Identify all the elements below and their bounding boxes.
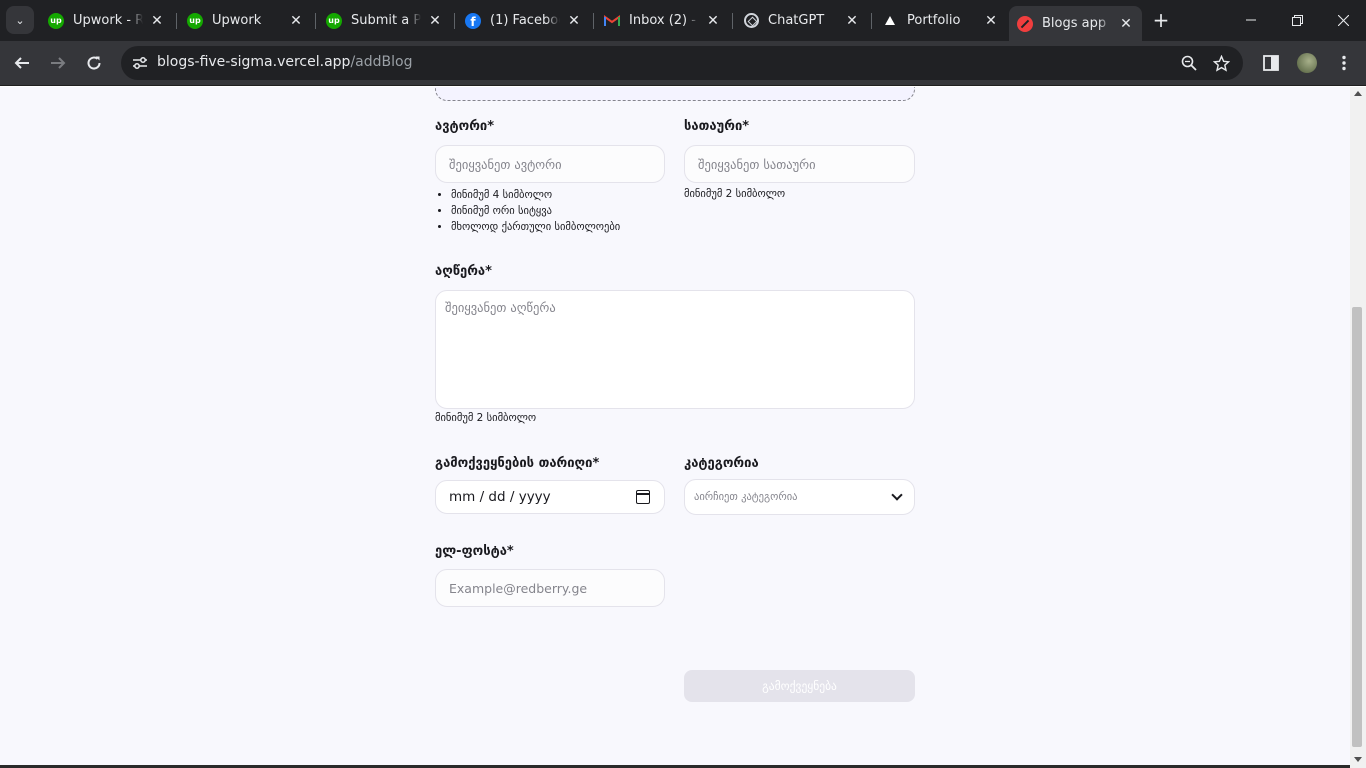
tab-separator (315, 13, 316, 29)
zoom-icon[interactable] (1179, 53, 1199, 73)
upwork-icon: up (326, 12, 342, 29)
tab-title: Upwork (212, 13, 262, 28)
description-textarea[interactable] (435, 290, 915, 409)
tab-blogs-app[interactable]: Blogs app ✕ (1009, 6, 1142, 41)
publish-button[interactable]: გამოქვეყნება (684, 670, 915, 702)
tab-upwork-1[interactable]: up Upwork - Re ✕ (40, 6, 173, 35)
close-icon[interactable]: ✕ (983, 13, 999, 29)
author-hint-two-words: მინიმუმ ორი სიტყვა (451, 203, 620, 219)
kebab-menu-icon[interactable] (1333, 52, 1355, 74)
side-panel-icon[interactable] (1260, 52, 1282, 74)
tab-title: Portfolio (907, 13, 961, 28)
tab-title: Upwork - Re (73, 13, 143, 28)
triangle-icon (882, 13, 898, 29)
upwork-icon: up (48, 12, 64, 29)
forward-arrow-icon[interactable] (44, 49, 72, 77)
title-input[interactable] (684, 145, 915, 183)
close-icon[interactable]: ✕ (288, 13, 304, 29)
address-bar[interactable]: blogs-five-sigma.vercel.app/addBlog (121, 46, 1243, 80)
new-tab-plus-icon[interactable]: + (1149, 8, 1173, 32)
tab-search-chevron-icon[interactable]: ⌄ (6, 6, 34, 34)
title-label: სათაური* (684, 119, 750, 134)
reload-icon[interactable] (80, 49, 108, 77)
tab-title: Blogs app (1042, 16, 1107, 31)
tab-title: Inbox (2) - c (629, 13, 699, 28)
browser-toolbar: blogs-five-sigma.vercel.app/addBlog (0, 41, 1366, 86)
tab-separator (176, 13, 177, 29)
scrollbar-thumb[interactable] (1352, 307, 1362, 747)
tab-gmail[interactable]: Inbox (2) - c ✕ (596, 6, 729, 35)
site-info-icon[interactable] (131, 54, 149, 72)
date-format-text: mm / dd / yyyy (449, 489, 551, 505)
category-select[interactable]: აირჩიეთ კატეგორია (684, 479, 915, 515)
author-hint-min-chars: მინიმუმ 4 სიმბოლო (451, 187, 620, 203)
tab-upwork-2[interactable]: up Upwork ✕ (179, 6, 312, 35)
minimize-icon[interactable] (1228, 0, 1274, 40)
tab-separator (593, 13, 594, 29)
close-icon[interactable]: ✕ (427, 13, 443, 29)
tab-separator (871, 13, 872, 29)
email-input[interactable] (435, 569, 665, 607)
close-icon[interactable]: ✕ (1118, 16, 1134, 32)
close-icon[interactable]: ✕ (149, 13, 165, 29)
calendar-icon[interactable] (636, 490, 650, 504)
tab-title: (1) Facebook (490, 13, 560, 28)
close-icon[interactable]: ✕ (705, 13, 721, 29)
tab-facebook[interactable]: f (1) Facebook ✕ (457, 6, 590, 35)
description-hint: მინიმუმ 2 სიმბოლო (435, 412, 537, 424)
email-label: ელ-ფოსტა* (435, 544, 514, 559)
category-label: კატეგორია (684, 456, 759, 471)
title-hint: მინიმუმ 2 სიმბოლო (684, 188, 786, 200)
profile-avatar[interactable] (1297, 53, 1317, 73)
chatgpt-icon (743, 13, 759, 29)
publish-date-label: გამოქვეყნების თარიღი* (435, 456, 600, 471)
tab-title: ChatGPT (768, 13, 825, 28)
url-host: blogs-five-sigma.vercel.app (157, 54, 351, 70)
tab-portfolio[interactable]: Portfolio ✕ (874, 6, 1007, 35)
url-text[interactable]: blogs-five-sigma.vercel.app/addBlog (157, 54, 412, 70)
bookmark-star-icon[interactable] (1211, 53, 1231, 73)
description-label: აღწერა* (435, 264, 492, 279)
scroll-down-arrow-icon[interactable] (1354, 757, 1362, 762)
category-placeholder: აირჩიეთ კატეგორია (694, 491, 798, 503)
tab-title: Submit a Pro (351, 13, 421, 28)
tab-upwork-submit[interactable]: up Submit a Pro ✕ (318, 6, 451, 35)
close-icon[interactable]: ✕ (566, 13, 582, 29)
blogs-app-icon (1017, 15, 1033, 32)
facebook-icon: f (465, 12, 481, 29)
tab-separator (732, 13, 733, 29)
tab-strip: ⌄ up Upwork - Re ✕ up Upwork ✕ up Submit… (0, 0, 1366, 41)
scroll-up-arrow-icon[interactable] (1354, 91, 1362, 96)
gmail-icon (604, 13, 620, 29)
author-input[interactable] (435, 145, 665, 183)
author-hint-georgian-only: მხოლოდ ქართული სიმბოლოები (451, 219, 620, 235)
publish-date-input[interactable]: mm / dd / yyyy (435, 480, 665, 514)
author-label: ავტორი* (435, 119, 495, 134)
tab-separator (454, 13, 455, 29)
back-arrow-icon[interactable] (8, 49, 36, 77)
tab-chatgpt[interactable]: ChatGPT ✕ (735, 6, 868, 35)
upwork-icon: up (187, 12, 203, 29)
image-upload-area[interactable] (435, 87, 915, 101)
chevron-down-icon[interactable] (880, 480, 914, 514)
page-viewport: ავტორი* მინიმუმ 4 სიმბოლო მინიმუმ ორი სი… (0, 87, 1350, 768)
restore-icon[interactable] (1274, 0, 1320, 40)
window-close-icon[interactable] (1320, 0, 1366, 40)
url-path: /addBlog (350, 54, 413, 70)
close-icon[interactable]: ✕ (844, 13, 860, 29)
page-scrollbar[interactable] (1350, 87, 1366, 768)
author-hints: მინიმუმ 4 სიმბოლო მინიმუმ ორი სიტყვა მხო… (435, 187, 620, 235)
